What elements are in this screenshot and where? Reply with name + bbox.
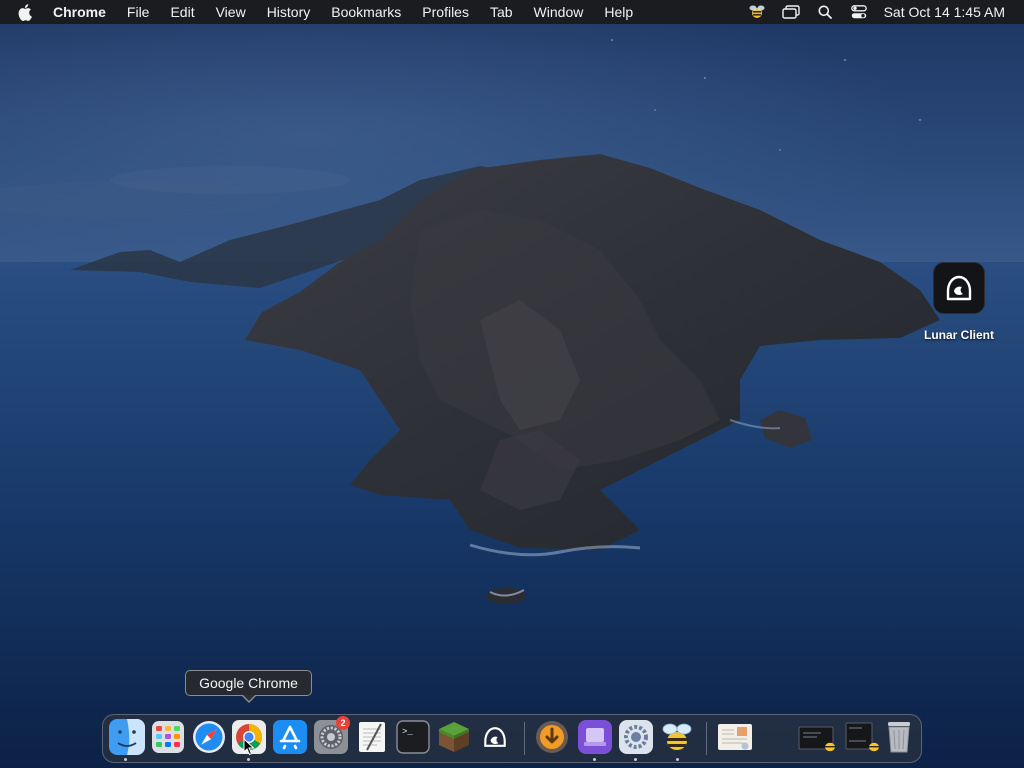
menu-history[interactable]: History — [267, 0, 311, 24]
bee-icon[interactable] — [659, 719, 695, 755]
lunar-client-dock-icon[interactable] — [477, 719, 513, 755]
running-indicator — [593, 758, 596, 761]
dock-tooltip: Google Chrome — [185, 670, 312, 703]
lunar-client-icon[interactable] — [933, 262, 985, 314]
menu-tab[interactable]: Tab — [490, 0, 513, 24]
running-indicator — [124, 758, 127, 761]
running-indicator — [247, 758, 250, 761]
textedit-icon[interactable] — [354, 719, 390, 755]
tooltip-arrow-inner — [243, 695, 255, 701]
dock-separator — [706, 722, 707, 755]
utility-gear-icon[interactable] — [618, 719, 654, 755]
screen-mirroring-icon[interactable] — [780, 0, 802, 24]
finder-icon[interactable] — [109, 719, 145, 755]
menu-file[interactable]: File — [127, 0, 150, 24]
mouse-pointer-icon — [243, 738, 255, 756]
desktop-wallpaper — [0, 0, 1024, 768]
control-center-icon[interactable] — [848, 0, 870, 24]
menu-bar: Chrome File Edit View History Bookmarks … — [0, 0, 1024, 24]
menu-app-name[interactable]: Chrome — [53, 4, 106, 20]
running-indicator — [634, 758, 637, 761]
download-icon[interactable] — [534, 719, 570, 755]
document-icon[interactable] — [717, 719, 753, 755]
grass-block-icon[interactable] — [436, 719, 472, 755]
dock-separator — [524, 722, 525, 755]
tooltip-text: Google Chrome — [199, 675, 298, 691]
apple-menu-icon[interactable] — [18, 3, 34, 21]
desktop-item-label: Lunar Client — [923, 328, 994, 342]
desktop-item-lunar-client[interactable]: Lunar Client — [916, 262, 1002, 342]
menu-bookmarks[interactable]: Bookmarks — [331, 0, 401, 24]
launchpad-icon[interactable] — [150, 719, 186, 755]
dock: 2 >_ — [102, 714, 922, 763]
menu-edit[interactable]: Edit — [170, 0, 194, 24]
menu-view[interactable]: View — [216, 0, 246, 24]
menu-window[interactable]: Window — [534, 0, 584, 24]
safari-icon[interactable] — [191, 719, 227, 755]
notification-badge: 2 — [336, 716, 350, 730]
terminal-prompt: >_ — [402, 727, 413, 737]
window-thumbnail-icon[interactable] — [842, 719, 882, 755]
menu-clock[interactable]: Sat Oct 14 1:45 AM — [884, 4, 1005, 20]
menu-help[interactable]: Help — [604, 0, 633, 24]
app-store-icon[interactable] — [272, 719, 308, 755]
search-icon[interactable] — [814, 0, 836, 24]
menu-profiles[interactable]: Profiles — [422, 0, 469, 24]
trash-icon[interactable] — [881, 719, 917, 755]
window-thumbnail-icon[interactable] — [797, 719, 837, 755]
running-indicator — [676, 758, 679, 761]
terminal-icon[interactable]: >_ — [395, 719, 431, 755]
bee-status-icon[interactable] — [746, 0, 768, 24]
purple-disk-icon[interactable] — [577, 719, 613, 755]
